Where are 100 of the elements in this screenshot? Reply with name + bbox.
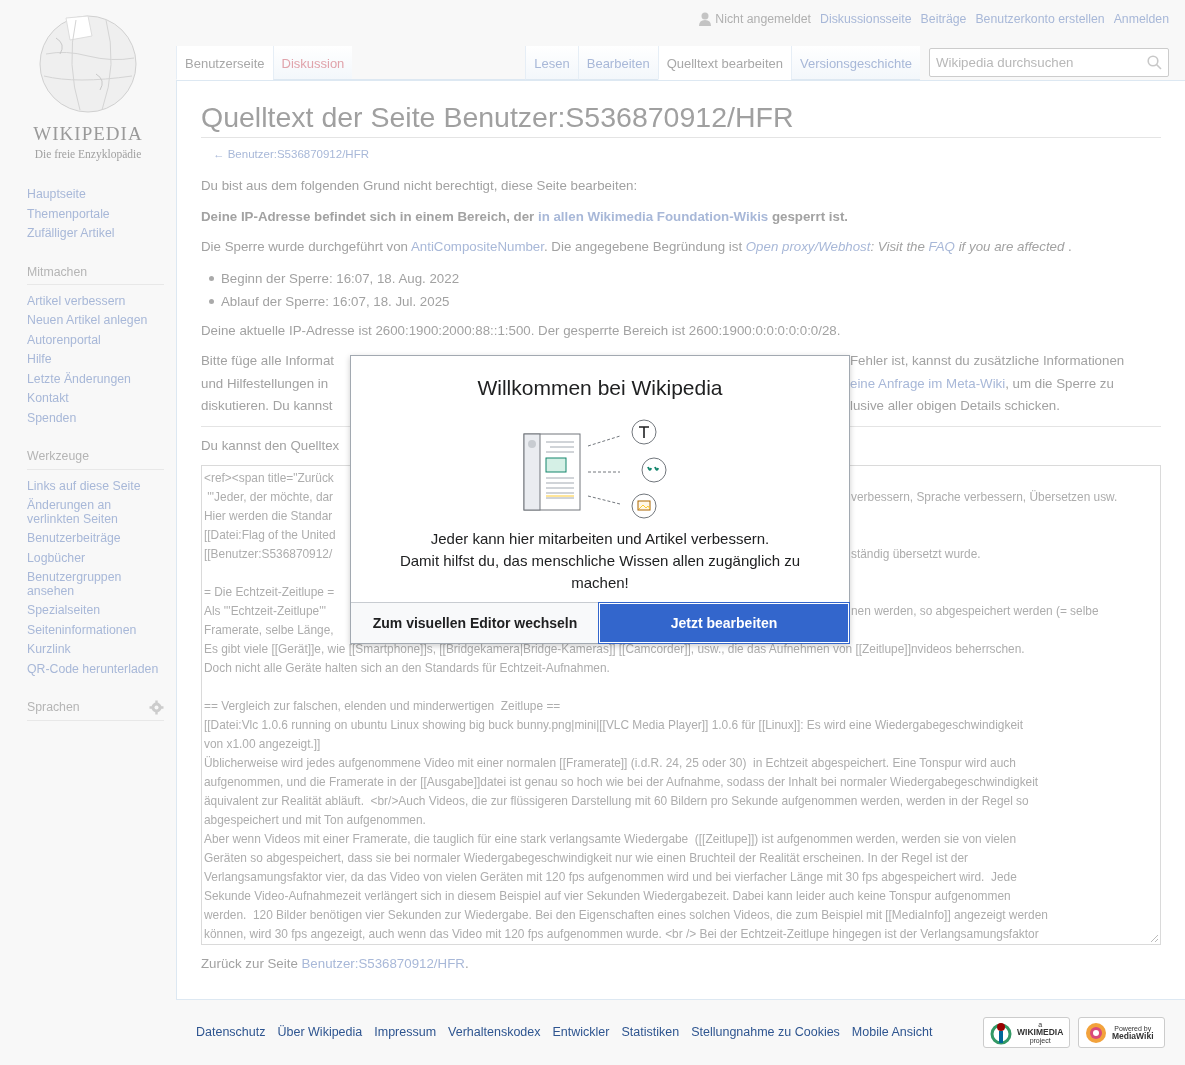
source-line: werden. 120 Bilder benötigen vier Sekunden zur Wiedergabe. Bei den Eigenschaften eines solchen Videos, die zum Beispiel mit [[MediaInfo]] angezeigt werden	[204, 907, 1049, 925]
sidebar-link[interactable]: Zufälliger Artikel	[27, 227, 164, 241]
body-text: Zurück zur Seite Benutzer:S536870912/HFR.	[201, 955, 470, 974]
flower-logo-icon	[1084, 1020, 1108, 1045]
source-line: äquivalent zur Realität abläuft. <br/>Auch Videos, die zur flüssigeren Darstellung mit 60 Bildern pro Sekunde aufgenommen werden, werden in der Regel so	[204, 793, 1030, 811]
resize-handle-icon	[1150, 934, 1159, 944]
footer-link[interactable]: Impressum	[374, 1023, 437, 1042]
page-tab[interactable]: Versionsgeschichte	[791, 46, 920, 80]
body-text: Du kannst den Quelltex	[201, 436, 341, 455]
wikimedia-logo-icon	[989, 1020, 1013, 1045]
source-line: <ref><span title="Zurück	[204, 470, 335, 488]
sidebar-link[interactable]: Kurzlink	[27, 643, 164, 657]
sidebar-link[interactable]: Spezialseiten	[27, 604, 164, 618]
source-line: Verlangsamungsfaktor vier, da das Video von vielen Geräten mit 120 fps aufgenommen wird und bei vierfacher Länge mit 30 fps abgespeichert wird. Jede	[204, 869, 1018, 887]
page-tab[interactable]: Lesen	[525, 46, 578, 80]
source-line: Es gibt viele [[Gerät]]e, wie [[Smartphone]]s, [[Bridgekamera|Bridge-Kameras]] [[Camcorder]], usw., die das Aufnehmen von [[Zeitlupe]]nvideos beherrschen.	[204, 641, 1026, 659]
personal-link[interactable]: Beiträge	[920, 10, 967, 29]
source-line: abgespeichert und mit Ton aufgenommen.	[204, 812, 427, 830]
section-heading: Werkzeuge	[27, 448, 89, 466]
footer-link[interactable]: Statistiken	[621, 1023, 680, 1042]
personal-link[interactable]: Benutzerkonto erstellen	[975, 10, 1105, 29]
sidebar-link[interactable]: Links auf diese Seite	[27, 479, 164, 494]
source-line: ständig übersetzt wurde.	[851, 546, 982, 564]
wordmark: WIKIPEDIA	[33, 124, 143, 143]
body-text: Deine IP-Adresse befindet sich in einem Bereich, der in allen Wikimedia Foundation-Wikis gesperrt ist.	[201, 207, 850, 226]
footer-link[interactable]: Datenschutz	[196, 1023, 266, 1042]
source-line: verbessern, Sprache verbessern, Übersetzen usw.	[851, 489, 1119, 507]
dialog-text: Jeder kann hier mitarbeiten und Artikel verbessern.	[429, 528, 771, 549]
personal-link[interactable]: Anmelden	[1113, 10, 1169, 29]
source-line: [[Datei:Vlc 1.0.6 running on ubuntu Linux showing big buck bunny.png|mini|[[VLC Media Player]] 1.0.6 für [[Linux]]: Es wird eine Wiedergabegeschwindigkeit	[204, 717, 1024, 735]
visual-editor-button[interactable]: Zum visuellen Editor wechseln	[351, 603, 599, 643]
tagline: Die freie Enzyklopädie	[34, 147, 142, 163]
footer-link[interactable]: Stellungnahme zu Cookies	[691, 1023, 840, 1042]
body-text: Bitte füge alle Informat	[201, 352, 336, 371]
sidebar-link[interactable]: Autorenportal	[27, 333, 164, 348]
globe-logo-icon	[36, 14, 140, 114]
list-item-text: Beginn der Sperre: 16:07, 18. Aug. 2022	[221, 269, 460, 288]
body-text: Die Sperre wurde durchgeführt von AntiCompositeNumber. Die angegebene Begründung ist Open proxy/Webhost: Visit the FAQ if you are affected .	[201, 238, 1073, 257]
source-line: von x1.00 angezeigt.]]	[204, 736, 322, 754]
search-field[interactable]: Wikipedia durchsuchen	[929, 48, 1169, 77]
text-link[interactable]: AntiCompositeNumber	[410, 239, 544, 255]
user-icon	[699, 12, 712, 27]
sidebar-link[interactable]: Änderungen an verlinkten Seiten	[27, 499, 164, 527]
sidebar-link[interactable]: Benutzergruppen ansehen	[27, 571, 164, 599]
source-line: nen werden, so abgespeichert werden (= selbe	[851, 603, 1100, 621]
body-text: Du bist aus dem folgenden Grund nicht berechtigt, diese Seite bearbeiten:	[201, 177, 639, 196]
page-tab[interactable]: Benutzerseite	[176, 46, 273, 80]
source-line: Aber wenn Videos mit einer Framerate, die tauglich für eine stark verlangsamte Wiedergabe ([[Zeitlupe]]) ist aufgenommen werden, werden sie von vielen	[204, 831, 1018, 849]
sidebar-link[interactable]: Hilfe	[27, 353, 164, 367]
body-text: Deine aktuelle IP-Adresse ist 2600:1900:2000:88::1:500. Der gesperrte Bereich ist 2600:1900:0:0:0:0:0:0/28.	[201, 321, 842, 340]
sidebar-link[interactable]: Logbücher	[27, 551, 164, 566]
text-link[interactable]: Open proxy/Webhost	[745, 239, 871, 255]
footer-link[interactable]: Entwickler	[552, 1023, 610, 1042]
body-text: diskutieren. Du kannst	[201, 397, 334, 416]
sidebar-link[interactable]: Benutzerbeiträge	[27, 532, 164, 546]
list-item-text: Ablauf der Sperre: 16:07, 18. Jul. 2025	[221, 292, 450, 311]
footer-link[interactable]: Verhaltenskodex	[448, 1023, 541, 1042]
footer-link[interactable]: Über Wikipedia	[277, 1023, 363, 1042]
sidebar-link[interactable]: Hauptseite	[27, 188, 164, 202]
source-line: Üblicherweise wird jedes aufgenommene Video mit einer normalen [[Framerate]] (i.d.R. 24, 25 oder 30) in Echtzeit abgespeichert. Eine Tonspur wird auch	[204, 755, 1017, 773]
personal-link[interactable]: Diskussionsseite	[820, 10, 912, 29]
badge-text: MediaWiki	[1112, 1031, 1154, 1041]
badge-text: WIKIMEDIA	[1017, 1028, 1064, 1037]
source-line: Geräten so abgespeichert, dass sie bei normaler Wiedergabegeschwindigkeit nur wie einen Bruchteil der Realität erscheinen. In der Regel ist der	[204, 850, 970, 868]
source-line: aufgenommen, und die Framerate in der [[Ausgabe]]datei ist genau so hoch wie bei der Aufnahme, sodass der Inhalt bei normaler Wiedergabegeschwindigkeit	[204, 774, 1040, 792]
sidebar-link[interactable]: Letzte Änderungen	[27, 372, 164, 387]
page-title: Quelltext der Seite Benutzer:S536870912/HFR	[201, 99, 1161, 139]
sidebar-link[interactable]: Kontakt	[27, 392, 164, 406]
source-line: [[Datei:Flag of the United	[204, 527, 337, 545]
sidebar-link[interactable]: Seiteninformationen	[27, 623, 164, 638]
text-link[interactable]: in allen Wikimedia Foundation-Wikis	[537, 208, 769, 224]
sidebar-link[interactable]: Spenden	[27, 411, 164, 426]
sidebar-link[interactable]: QR-Code herunterladen	[27, 662, 164, 677]
source-line: Doch nicht alle Geräte halten sich an den Standards für Echtzeit-Aufnahmen.	[204, 660, 611, 678]
source-line: = Die Echtzeit-Zeitlupe =	[204, 584, 336, 602]
sidebar-link[interactable]: Themenportale	[27, 207, 164, 221]
dialog-title: Willkommen bei Wikipedia	[477, 375, 723, 401]
source-line: == Vergleich zur falschen, elenden und minderwertigen Zeitlupe ==	[204, 698, 562, 716]
back-link[interactable]: ← Benutzer:S536870912/HFR	[213, 146, 369, 164]
bullet-icon	[209, 298, 214, 304]
dialog-text: Damit hilfst du, das menschliche Wissen allen zugänglich zu machen!	[398, 550, 802, 593]
source-line: Sekunde Video-Aufnahmezeit verlängert sich in diesem Beispiel auf vier Sekunden Wiedergabezeit. Dabei kann leider auch keine Tonspur aufgenommen	[204, 888, 1012, 906]
body-text: Fehler ist, kannst du zusätzliche Informationen	[850, 352, 1126, 371]
sidebar-link[interactable]: Neuen Artikel anlegen	[27, 314, 164, 328]
page-tab[interactable]: Diskussion	[272, 46, 353, 80]
page-tab[interactable]: Quelltext bearbeiten	[657, 46, 791, 80]
text-link[interactable]: FAQ	[928, 239, 955, 255]
search-icon	[1147, 55, 1162, 70]
source-line: Als '''Echtzeit-Zeitlupe'''	[204, 603, 327, 621]
source-line: [[Benutzer:S536870912/	[204, 546, 334, 564]
bullet-icon	[209, 275, 214, 281]
page-tab[interactable]: Bearbeiten	[577, 46, 658, 80]
login-status: Nicht angemeldet	[715, 11, 811, 28]
body-text: und Hilfestellungen in	[201, 374, 330, 393]
edit-now-button[interactable]: Jetzt bearbeiten	[599, 603, 849, 643]
text-link[interactable]: Benutzer:S536870912/HFR	[301, 956, 465, 972]
sidebar-link[interactable]: Artikel verbessern	[27, 294, 164, 309]
footer-link[interactable]: Mobile Ansicht	[851, 1023, 933, 1042]
source-line: '''Jeder, der möchte, dar	[206, 489, 335, 507]
section-heading: Sprachen	[27, 699, 80, 717]
